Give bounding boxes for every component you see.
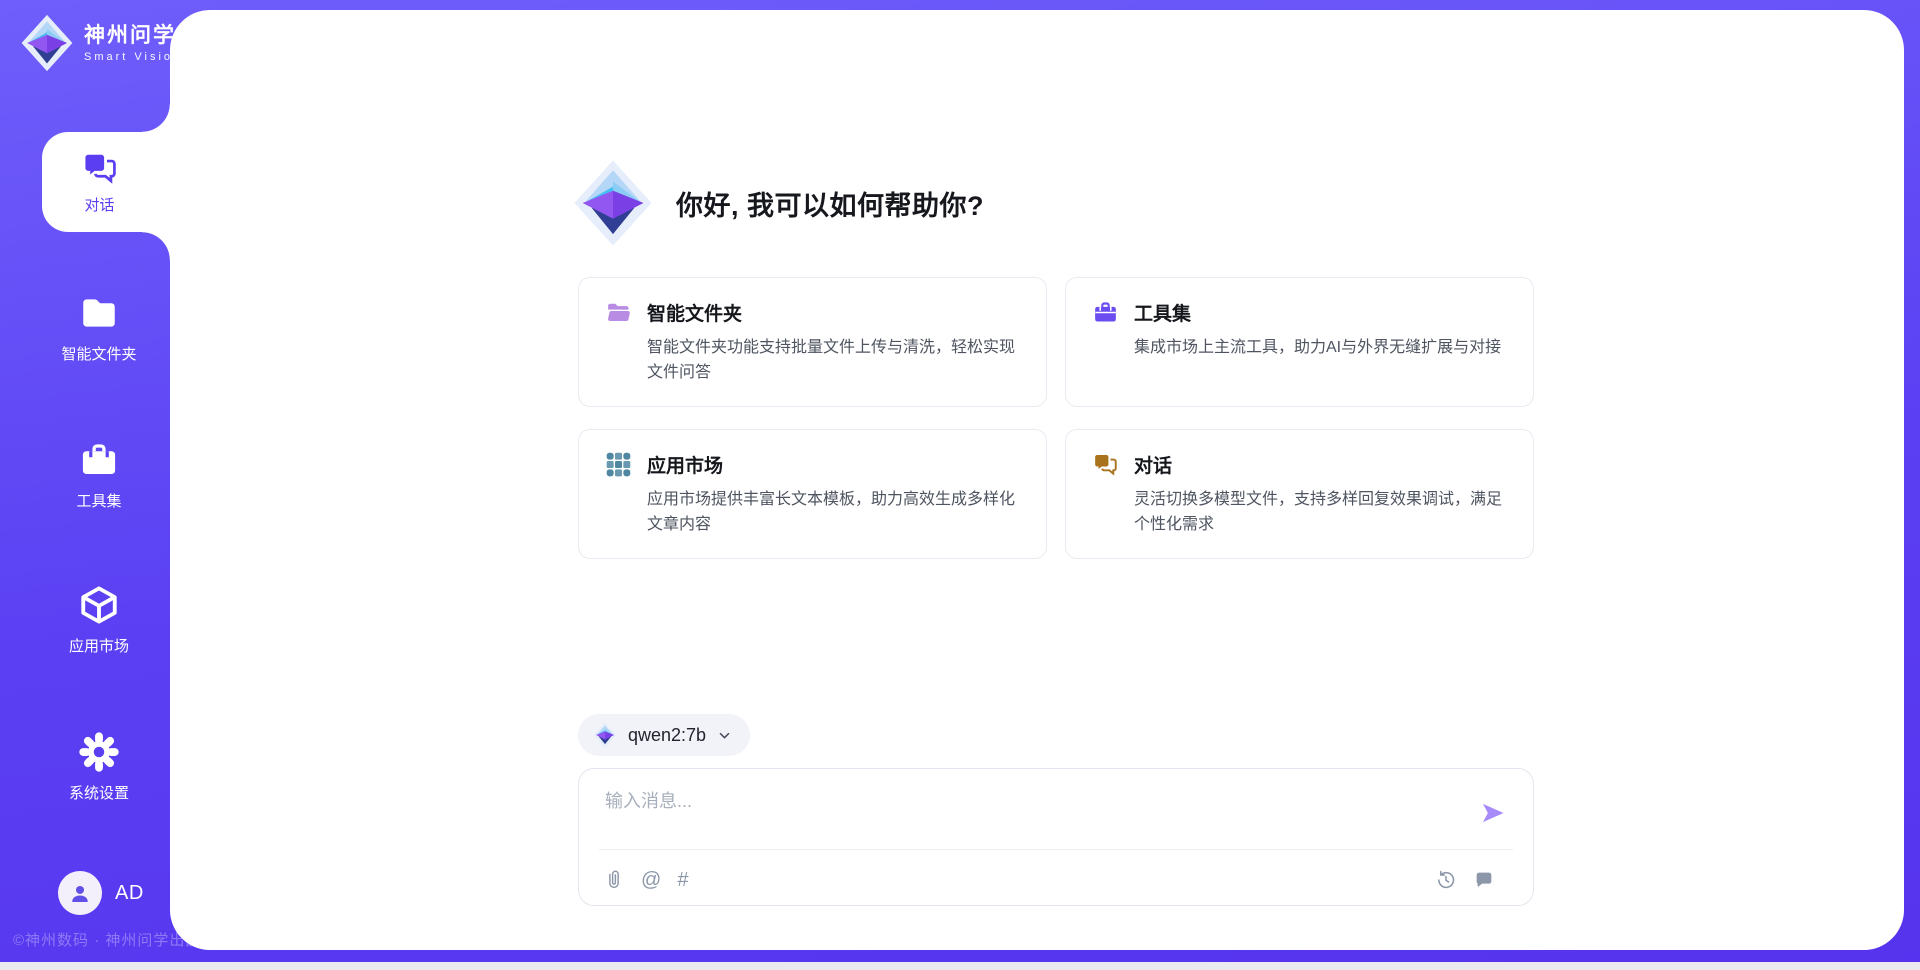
sidebar-item-label: 智能文件夹	[61, 343, 136, 364]
brand-subtitle: Smart Vision	[84, 51, 182, 63]
cube-icon	[78, 584, 120, 626]
mention-icon[interactable]: @	[641, 869, 661, 891]
composer-tools-left: @ #	[603, 869, 688, 891]
toolbox-icon	[1092, 299, 1119, 326]
greeting-title: 你好, 我可以如何帮助你?	[676, 184, 984, 223]
person-icon	[67, 880, 93, 906]
composer-toolbar: @ #	[603, 869, 1495, 891]
chat-icon	[81, 149, 119, 187]
feedback-icon[interactable]	[1473, 869, 1495, 891]
card-title: 工具集	[1134, 299, 1191, 326]
card-description: 集成市场上主流工具，助力AI与外界无缝扩展与对接	[1134, 335, 1507, 360]
gem-icon	[593, 722, 617, 748]
chat-icon	[1092, 451, 1119, 478]
attachment-icon[interactable]	[603, 869, 625, 891]
avatar	[58, 871, 102, 915]
sidebar-item-label: 对话	[84, 194, 114, 215]
folder-icon	[78, 292, 120, 334]
model-name: qwen2:7b	[628, 725, 706, 746]
chevron-down-icon	[717, 728, 732, 743]
folder-icon	[605, 299, 632, 326]
app: 神州问学 Smart Vision 对话 智能文件夹 工具集 应用市场	[0, 0, 1920, 970]
card-title: 应用市场	[647, 451, 723, 478]
user-name: AD	[115, 882, 144, 905]
card-description: 灵活切换多模型文件，支持多样回复效果调试，满足个性化需求	[1134, 487, 1507, 537]
gear-icon	[78, 731, 120, 773]
card-title: 智能文件夹	[647, 299, 742, 326]
history-icon[interactable]	[1435, 869, 1457, 891]
card-description: 应用市场提供丰富长文本模板，助力高效生成多样化文章内容	[647, 487, 1020, 537]
sidebar-item-chat[interactable]: 对话	[42, 132, 170, 232]
message-composer: @ #	[578, 768, 1534, 906]
sidebar-item-app-market[interactable]: 应用市场	[28, 584, 170, 656]
brand-logo: 神州问学 Smart Vision	[20, 14, 182, 72]
sidebar-item-settings[interactable]: 系统设置	[28, 731, 170, 803]
card-app-market[interactable]: 应用市场 应用市场提供丰富长文本模板，助力高效生成多样化文章内容	[578, 429, 1047, 559]
bottom-strip	[0, 962, 1920, 970]
sidebar-item-label: 应用市场	[69, 635, 129, 656]
feature-cards: 智能文件夹 智能文件夹功能支持批量文件上传与清洗，轻松实现文件问答 工具集 集成…	[578, 277, 1534, 559]
grid-icon	[605, 451, 632, 478]
sidebar-item-smart-folder[interactable]: 智能文件夹	[28, 292, 170, 364]
brand-title: 神州问学	[84, 24, 182, 48]
hashtag-icon[interactable]: #	[677, 869, 688, 891]
welcome-hero: 你好, 我可以如何帮助你?	[572, 158, 984, 248]
sidebar-item-label: 系统设置	[69, 782, 129, 803]
gem-icon	[20, 14, 74, 72]
card-description: 智能文件夹功能支持批量文件上传与清洗，轻松实现文件问答	[647, 335, 1020, 385]
model-selector[interactable]: qwen2:7b	[578, 714, 750, 756]
card-title: 对话	[1134, 451, 1172, 478]
card-smart-folder[interactable]: 智能文件夹 智能文件夹功能支持批量文件上传与清洗，轻松实现文件问答	[578, 277, 1047, 407]
card-chat[interactable]: 对话 灵活切换多模型文件，支持多样回复效果调试，满足个性化需求	[1065, 429, 1534, 559]
card-toolset[interactable]: 工具集 集成市场上主流工具，助力AI与外界无缝扩展与对接	[1065, 277, 1534, 407]
composer-tools-right	[1435, 869, 1495, 891]
composer-divider	[599, 849, 1513, 850]
message-input[interactable]	[603, 785, 1453, 843]
send-icon[interactable]	[1479, 799, 1507, 827]
user-profile[interactable]: AD	[58, 871, 144, 915]
sidebar-item-label: 工具集	[76, 490, 121, 511]
sidebar-item-toolset[interactable]: 工具集	[28, 439, 170, 511]
toolbox-icon	[78, 439, 120, 481]
sidebar-footer: ©神州数码 · 神州问学出品	[13, 929, 201, 950]
gem-icon	[572, 158, 654, 248]
